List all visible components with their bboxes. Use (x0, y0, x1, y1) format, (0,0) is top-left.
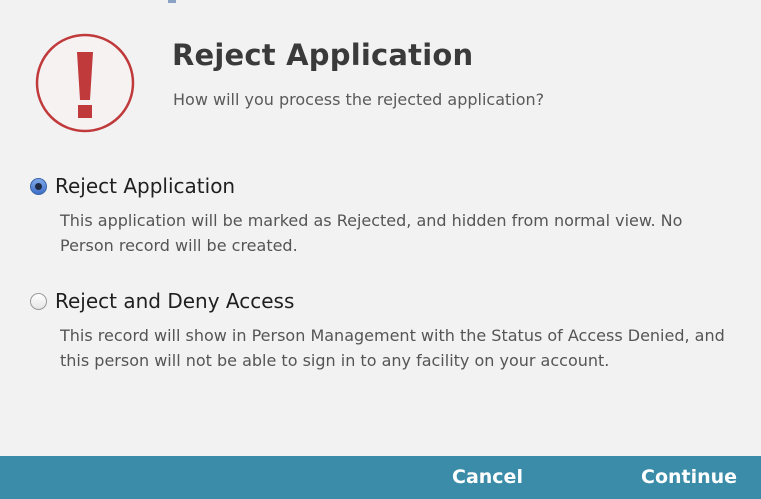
continue-button[interactable]: Continue (641, 456, 737, 499)
dialog-subtitle: How will you process the rejected applic… (173, 90, 545, 109)
exclamation-warning-icon (35, 33, 135, 133)
option-label[interactable]: Reject and Deny Access (55, 289, 294, 313)
option-description: This application will be marked as Rejec… (60, 211, 683, 255)
option-row-reject-and-deny-access[interactable]: Reject and Deny Access (30, 287, 730, 315)
dialog-title: Reject Application (172, 38, 474, 72)
reject-application-dialog: Reject Application How will you process … (0, 0, 761, 499)
radio-reject-and-deny-access[interactable] (30, 292, 47, 310)
option-row-reject-application[interactable]: Reject Application (30, 172, 730, 200)
option-reject-application: Reject Application This application will… (30, 172, 730, 258)
option-description: This record will show in Person Manageme… (60, 326, 725, 370)
cancel-button[interactable]: Cancel (452, 456, 523, 499)
background-fragment (168, 0, 176, 3)
radio-reject-application[interactable] (30, 177, 47, 195)
option-reject-and-deny-access: Reject and Deny Access This record will … (30, 287, 730, 373)
option-label[interactable]: Reject Application (55, 174, 235, 198)
dialog-footer: Cancel Continue (0, 456, 761, 499)
background-window-edge (0, 0, 761, 4)
